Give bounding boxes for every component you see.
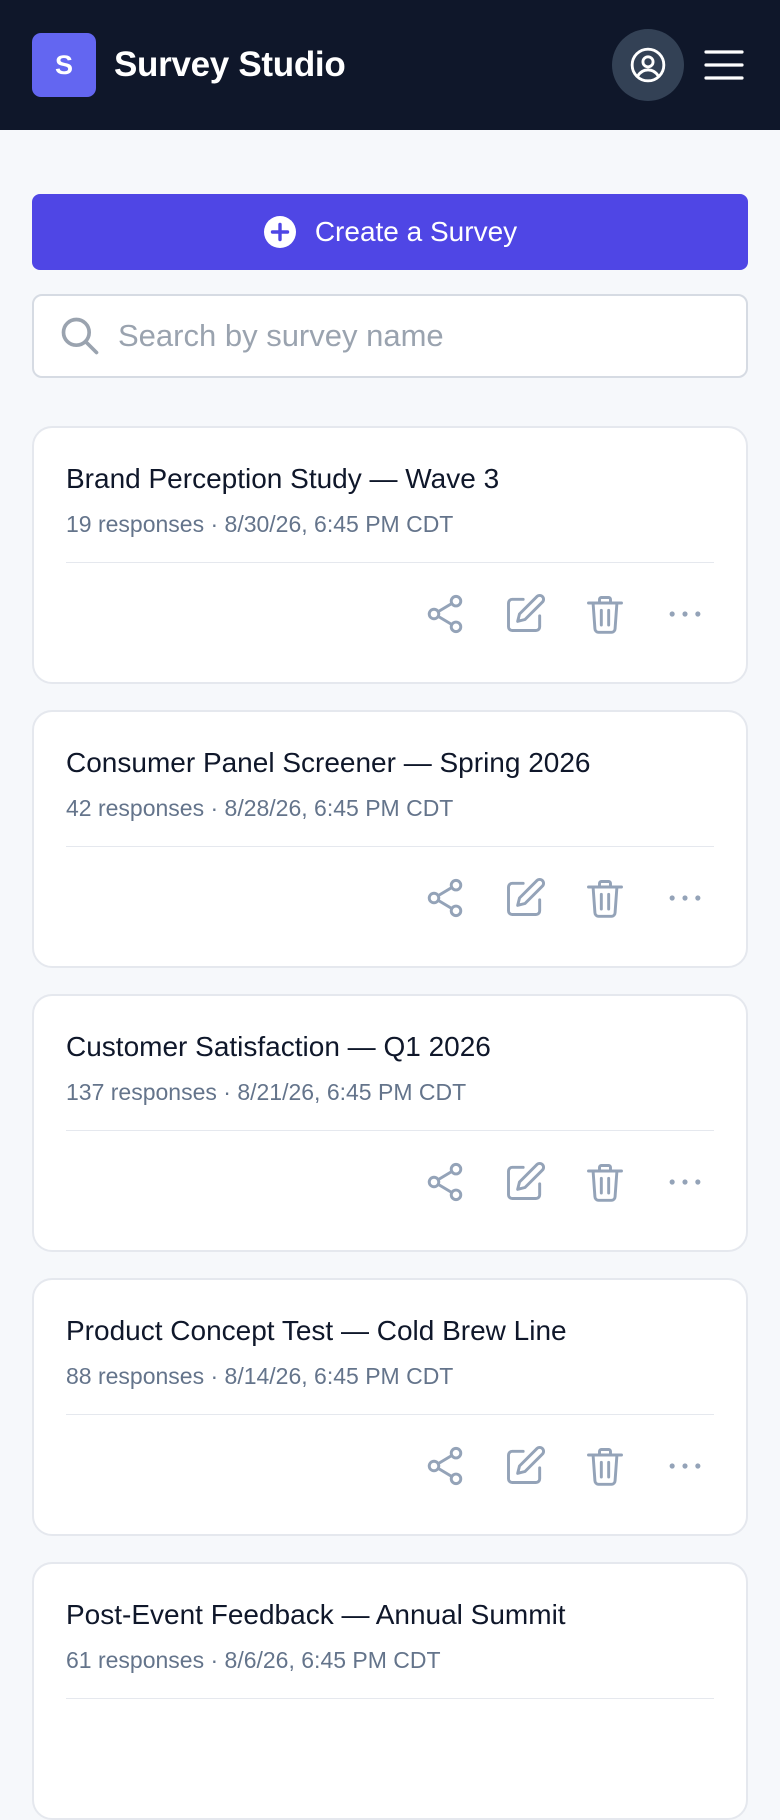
edit-icon — [507, 878, 545, 916]
survey-meta: 88 responses · 8/14/26, 6:45 PM CDT — [66, 1363, 454, 1389]
delete-button[interactable] — [580, 873, 630, 923]
create-survey-button[interactable]: Create a Survey — [32, 194, 748, 270]
delete-button[interactable] — [580, 1157, 630, 1207]
profile-button[interactable] — [612, 29, 684, 101]
card-divider — [66, 1130, 714, 1131]
share-button[interactable] — [420, 589, 470, 639]
trash-icon — [587, 880, 623, 918]
more-horizontal-icon — [669, 1463, 701, 1469]
more-horizontal-icon — [669, 895, 701, 901]
survey-title[interactable]: Customer Satisfaction — Q1 2026 — [66, 1030, 714, 1064]
edit-button[interactable] — [500, 589, 550, 639]
share-button[interactable] — [420, 1157, 470, 1207]
share-icon — [427, 878, 463, 918]
more-horizontal-icon — [669, 1179, 701, 1185]
search-box[interactable] — [32, 294, 748, 378]
survey-card[interactable]: Product Concept Test — Cold Brew Line 88… — [32, 1278, 748, 1536]
app-logo[interactable]: S — [32, 33, 96, 97]
more-button[interactable] — [660, 1441, 710, 1491]
survey-list: Brand Perception Study — Wave 3 19 respo… — [32, 426, 748, 1820]
user-circle-icon — [630, 47, 666, 83]
more-button[interactable] — [660, 589, 710, 639]
survey-title[interactable]: Brand Perception Study — Wave 3 — [66, 462, 714, 496]
top-bar: S Survey Studio — [0, 0, 780, 130]
survey-title[interactable]: Consumer Panel Screener — Spring 2026 — [66, 746, 714, 780]
menu-button[interactable] — [700, 41, 748, 89]
survey-meta: 19 responses · 8/30/26, 6:45 PM CDT — [66, 511, 454, 537]
edit-button[interactable] — [500, 1157, 550, 1207]
more-button[interactable] — [660, 873, 710, 923]
trash-icon — [587, 1448, 623, 1486]
more-button[interactable] — [660, 1157, 710, 1207]
more-horizontal-icon — [669, 611, 701, 617]
card-actions — [66, 589, 714, 639]
trash-icon — [587, 596, 623, 634]
survey-meta: 61 responses · 8/6/26, 6:45 PM CDT — [66, 1647, 441, 1673]
edit-button[interactable] — [500, 873, 550, 923]
card-divider — [66, 1698, 714, 1699]
share-button[interactable] — [420, 1441, 470, 1491]
search-input[interactable] — [116, 317, 680, 355]
survey-title[interactable]: Product Concept Test — Cold Brew Line — [66, 1314, 714, 1348]
delete-button[interactable] — [580, 1441, 630, 1491]
share-icon — [427, 1446, 463, 1486]
card-actions — [66, 1157, 714, 1207]
card-actions — [66, 1441, 714, 1491]
survey-card[interactable]: Customer Satisfaction — Q1 2026 137 resp… — [32, 994, 748, 1252]
survey-title[interactable]: Post-Event Feedback — Annual Summit — [66, 1598, 714, 1632]
survey-card[interactable]: Post-Event Feedback — Annual Summit 61 r… — [32, 1562, 748, 1820]
share-button[interactable] — [420, 873, 470, 923]
edit-icon — [507, 1446, 545, 1484]
survey-meta: 42 responses · 8/28/26, 6:45 PM CDT — [66, 795, 454, 821]
card-divider — [66, 1414, 714, 1415]
share-icon — [427, 594, 463, 634]
survey-card[interactable]: Brand Perception Study — Wave 3 19 respo… — [32, 426, 748, 684]
logo-letter: S — [54, 49, 73, 80]
edit-icon — [507, 1162, 545, 1200]
app-title: Survey Studio — [114, 45, 346, 84]
create-survey-label: Create a Survey — [314, 216, 518, 247]
hamburger-menu-icon — [704, 50, 744, 80]
survey-card[interactable]: Consumer Panel Screener — Spring 2026 42… — [32, 710, 748, 968]
card-actions — [66, 873, 714, 923]
card-divider — [66, 846, 714, 847]
card-divider — [66, 562, 714, 563]
survey-meta: 137 responses · 8/21/26, 6:45 PM CDT — [66, 1079, 467, 1105]
main-content: Create a Survey Brand Perception Study —… — [0, 130, 780, 1820]
edit-icon — [507, 594, 545, 632]
share-icon — [427, 1162, 463, 1202]
trash-icon — [587, 1164, 623, 1202]
edit-button[interactable] — [500, 1441, 550, 1491]
search-icon — [58, 314, 102, 358]
delete-button[interactable] — [580, 589, 630, 639]
plus-circle-icon — [263, 215, 297, 249]
